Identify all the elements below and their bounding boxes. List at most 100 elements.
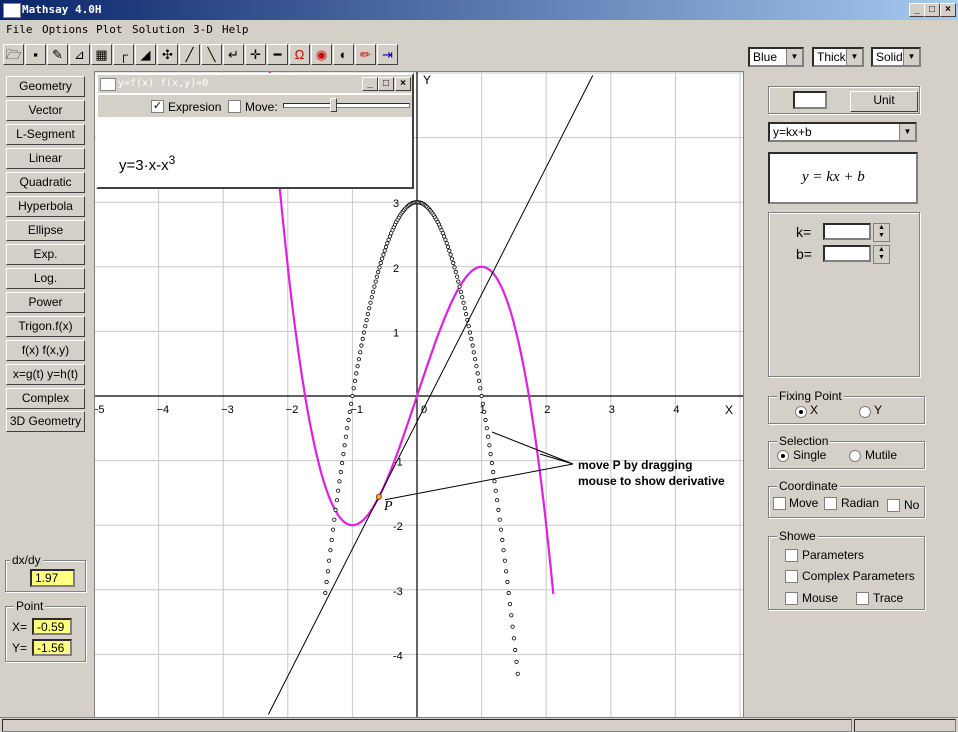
- mouse-checkbox[interactable]: [785, 592, 798, 605]
- exp-button[interactable]: Exp.: [6, 244, 85, 265]
- chevron-down-icon: ▼: [903, 49, 919, 65]
- save-icon[interactable]: ▪: [25, 44, 46, 65]
- x-tick-label: −3: [221, 404, 234, 416]
- expression-checkbox[interactable]: ✓: [151, 100, 164, 113]
- derivative-point: [332, 517, 337, 522]
- 3d-geometry-button[interactable]: 3D Geometry: [6, 411, 85, 432]
- x-tick-label: 0: [421, 404, 427, 416]
- unit-input[interactable]: [793, 91, 827, 109]
- fix-x-radio[interactable]: [795, 406, 807, 418]
- move-label: Move:: [245, 100, 278, 114]
- fix-x-label: X: [810, 403, 819, 417]
- mouse-label: Mouse: [802, 591, 839, 605]
- derivative-point: [352, 378, 358, 383]
- subwindow-close-button[interactable]: ×: [395, 77, 411, 91]
- derivative-point: [496, 507, 501, 512]
- k-input[interactable]: [823, 223, 871, 240]
- vector-button[interactable]: Vector: [6, 100, 85, 121]
- derivative-point: [364, 318, 369, 323]
- menu-plot[interactable]: Plot: [96, 23, 123, 36]
- derivative-point: [324, 579, 329, 585]
- log-button[interactable]: Log.: [6, 268, 85, 289]
- draw-icon[interactable]: ✎: [47, 44, 68, 65]
- fix-y-radio[interactable]: [859, 406, 871, 418]
- function-button[interactable]: f(x) f(x,y): [6, 340, 85, 361]
- parametric-button[interactable]: x=g(t) y=h(t): [6, 364, 85, 385]
- derivative-point: [444, 241, 449, 246]
- line-tool-icon[interactable]: ╲: [201, 44, 222, 65]
- formula-display: y=3·x-x3: [119, 153, 175, 174]
- maximize-button[interactable]: □: [924, 3, 940, 17]
- derivative-point: [476, 378, 482, 383]
- move-coord-checkbox[interactable]: [773, 497, 786, 510]
- line-style-select[interactable]: Solid ▼: [871, 47, 921, 67]
- subwindow-maximize-button[interactable]: □: [378, 77, 394, 91]
- move-slider-thumb[interactable]: [330, 98, 337, 112]
- back-arrow-icon[interactable]: ↵: [223, 44, 244, 65]
- grid-icon[interactable]: ✣: [157, 44, 178, 65]
- quadratic-button[interactable]: Quadratic: [6, 172, 85, 193]
- derivative-point: [336, 488, 341, 493]
- single-radio[interactable]: [777, 450, 789, 462]
- radian-label: Radian: [841, 496, 880, 510]
- annotation-line-2: mouse to show derivative: [578, 474, 725, 488]
- minimize-button[interactable]: _: [909, 3, 925, 17]
- l-segment-button[interactable]: L-Segment: [6, 124, 85, 145]
- move-checkbox[interactable]: [228, 100, 241, 113]
- magnet-icon[interactable]: Ω: [289, 44, 310, 65]
- open-icon[interactable]: 🗁: [3, 44, 24, 65]
- weight-select[interactable]: Thick ▼: [812, 47, 864, 67]
- menu-3d[interactable]: 3-D: [193, 23, 213, 36]
- geometry-button[interactable]: Geometry: [6, 76, 85, 97]
- move-slider-track[interactable]: [283, 103, 410, 108]
- color-select[interactable]: Blue ▼: [748, 47, 804, 67]
- complex-parameters-checkbox[interactable]: [785, 570, 798, 583]
- k-spinner[interactable]: ▲ ▼: [873, 223, 890, 242]
- linear-formula: y = kx + b: [802, 169, 865, 185]
- subwindow-minimize-button[interactable]: _: [362, 77, 378, 91]
- annotation-leader-3: [539, 453, 574, 465]
- pen-icon[interactable]: ╱: [179, 44, 200, 65]
- trigon-button[interactable]: Trigon.f(x): [6, 316, 85, 337]
- function-select[interactable]: y=kx+b ▼: [768, 122, 917, 142]
- graph-icon[interactable]: ▦: [91, 44, 112, 65]
- derivative-point: [356, 357, 361, 362]
- no-label: No: [904, 498, 920, 512]
- menu-options[interactable]: Options: [42, 23, 88, 36]
- menu-help[interactable]: Help: [222, 23, 249, 36]
- target-icon[interactable]: ◉: [311, 44, 332, 65]
- ellipse-button[interactable]: Ellipse: [6, 220, 85, 241]
- radian-checkbox[interactable]: [824, 497, 837, 510]
- axes-icon[interactable]: ✛: [245, 44, 266, 65]
- derivative-point: [360, 336, 365, 341]
- menu-file[interactable]: File: [6, 23, 33, 36]
- b-input[interactable]: [823, 245, 871, 262]
- trace-checkbox[interactable]: [856, 592, 869, 605]
- b-spinner[interactable]: ▲ ▼: [873, 245, 890, 264]
- parameters-checkbox[interactable]: [785, 549, 798, 562]
- corner-icon[interactable]: ┌: [113, 44, 134, 65]
- hyperbola-button[interactable]: Hyperbola: [6, 196, 85, 217]
- status-bar: [0, 717, 958, 732]
- subwindow-icon: [100, 78, 116, 91]
- menu-solution[interactable]: Solution: [132, 23, 185, 36]
- complex-button[interactable]: Complex: [6, 388, 85, 409]
- no-checkbox[interactable]: [887, 499, 900, 512]
- derivative-point: [441, 234, 447, 239]
- minus-icon[interactable]: ━: [267, 44, 288, 65]
- unit-button[interactable]: Unit: [850, 91, 918, 112]
- measure-icon[interactable]: ◢: [135, 44, 156, 65]
- x-tick-label: 4: [673, 404, 679, 416]
- derivative-point: [448, 252, 453, 257]
- mutile-radio[interactable]: [849, 450, 861, 462]
- linear-button[interactable]: Linear: [6, 148, 85, 169]
- power-button[interactable]: Power: [6, 292, 85, 313]
- region-icon[interactable]: ⊿: [69, 44, 90, 65]
- y-tick-label: -2: [393, 521, 403, 533]
- window-title: Mathsay 4.0H: [22, 3, 102, 16]
- contrast-icon[interactable]: ◐: [333, 44, 354, 65]
- derivative-point: [325, 569, 330, 574]
- pencil-icon[interactable]: ✏: [355, 44, 376, 65]
- exit-icon[interactable]: ⇥: [377, 44, 398, 65]
- close-button[interactable]: ×: [940, 3, 956, 17]
